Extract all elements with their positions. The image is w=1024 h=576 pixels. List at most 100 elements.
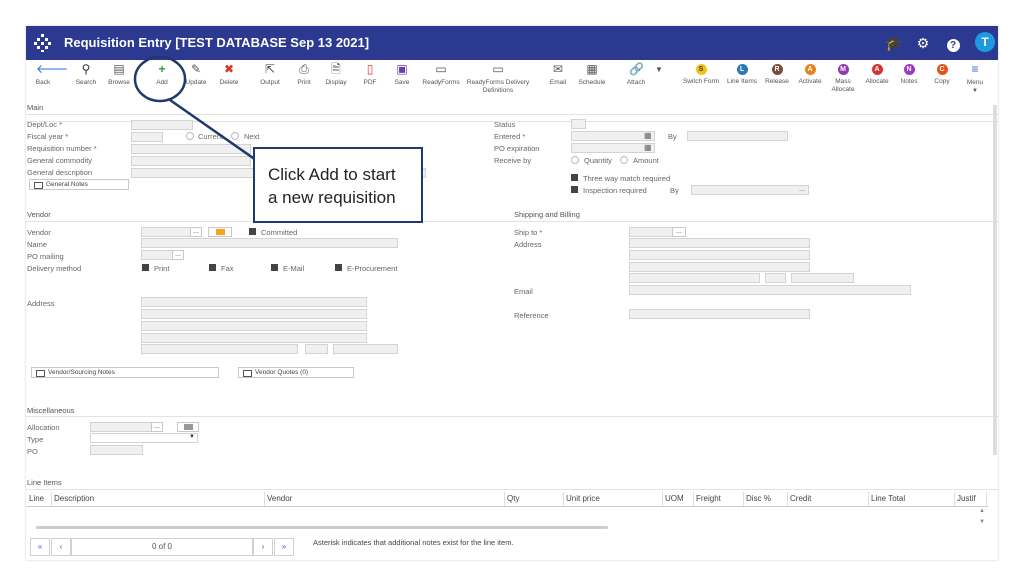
line-items-button[interactable]: L Line Items: [725, 63, 759, 86]
column-header[interactable]: Unit price: [564, 492, 663, 506]
amount-radio[interactable]: [620, 156, 628, 164]
schedule-button[interactable]: ▦ Schedule: [577, 63, 607, 87]
ship-to-input[interactable]: [629, 227, 673, 237]
readyforms-delivery-button[interactable]: ▭ ReadyForms Delivery Definitions: [466, 63, 530, 95]
column-header[interactable]: Line: [27, 492, 52, 506]
notes-button[interactable]: N Notes: [898, 63, 920, 86]
email-checkbox[interactable]: [271, 264, 278, 271]
allocation-lookup-button[interactable]: ...: [151, 422, 163, 432]
calendar-icon[interactable]: ▦: [644, 143, 652, 152]
entered-date-input[interactable]: [571, 131, 655, 141]
column-header[interactable]: UOM: [663, 492, 694, 506]
activate-button[interactable]: A Activate: [796, 63, 824, 86]
vendor-sourcing-notes-button[interactable]: Vendor/Sourcing Notes: [31, 367, 219, 378]
calendar-icon[interactable]: ▦: [644, 131, 652, 140]
ship-address-line1[interactable]: [629, 238, 810, 248]
mass-allocate-button[interactable]: M Mass Allocate: [830, 63, 856, 94]
gear-icon[interactable]: ⚙: [914, 34, 932, 52]
user-avatar[interactable]: T: [975, 32, 995, 52]
last-page-button[interactable]: »: [274, 538, 294, 556]
save-button[interactable]: ▣ Save: [392, 63, 412, 87]
update-button[interactable]: ✎ Update: [183, 63, 209, 87]
po-mailing-input[interactable]: [141, 250, 173, 260]
readyforms-button[interactable]: ▭ ReadyForms: [421, 63, 461, 87]
release-button[interactable]: R Release: [764, 63, 790, 86]
add-button[interactable]: + Add: [151, 63, 173, 87]
allocation-folder-button[interactable]: [177, 422, 199, 432]
vendor-zip-input[interactable]: [333, 344, 398, 354]
vertical-scrollbar[interactable]: ▲ ▼: [977, 506, 987, 528]
help-icon[interactable]: ?: [944, 34, 962, 52]
vendor-quotes-button[interactable]: Vendor Quotes (0): [238, 367, 354, 378]
delete-button[interactable]: ✖ Delete: [217, 63, 241, 87]
vendor-folder-button[interactable]: [208, 227, 232, 237]
ship-address-line3[interactable]: [629, 262, 810, 272]
search-button[interactable]: ⚲ Search: [74, 63, 98, 87]
display-button[interactable]: 🗎 Display: [323, 63, 349, 87]
first-page-button[interactable]: «: [30, 538, 50, 556]
general-notes-button[interactable]: General Notes: [29, 179, 129, 190]
column-header[interactable]: Vendor: [265, 492, 505, 506]
lookup-button[interactable]: ...: [799, 184, 805, 193]
ship-state-input[interactable]: [765, 273, 786, 283]
column-header[interactable]: Credit: [788, 492, 869, 506]
column-header[interactable]: Qty: [505, 492, 564, 506]
allocate-button[interactable]: A Allocate: [863, 63, 891, 86]
column-header[interactable]: Description: [52, 492, 265, 506]
column-header[interactable]: Freight: [694, 492, 744, 506]
ship-zip-input[interactable]: [791, 273, 854, 283]
po-mailing-lookup-button[interactable]: ...: [172, 250, 184, 260]
vendor-name-input[interactable]: [141, 238, 398, 248]
email-button[interactable]: ✉ Email: [548, 63, 568, 87]
entered-by-input[interactable]: [687, 131, 788, 141]
next-page-button[interactable]: ›: [253, 538, 273, 556]
vendor-input[interactable]: [141, 227, 191, 237]
browse-button[interactable]: ▤ Browse: [107, 63, 131, 87]
page-scrollbar[interactable]: [993, 105, 997, 455]
quantity-radio[interactable]: [571, 156, 579, 164]
column-header[interactable]: Justif: [955, 492, 987, 506]
ship-to-lookup-button[interactable]: ...: [672, 227, 686, 237]
general-commodity-input[interactable]: [131, 156, 251, 166]
po-expiration-input[interactable]: [571, 143, 655, 153]
copy-button[interactable]: C Copy: [931, 63, 953, 86]
fax-checkbox[interactable]: [209, 264, 216, 271]
vendor-address-line2[interactable]: [141, 309, 367, 319]
attach-button[interactable]: 🔗 Attach: [624, 63, 648, 87]
three-way-checkbox[interactable]: [571, 174, 578, 181]
output-button[interactable]: ⇱ Output: [258, 63, 282, 87]
next-radio[interactable]: [231, 132, 239, 140]
requisition-number-input[interactable]: [131, 144, 251, 154]
vendor-lookup-button[interactable]: ...: [190, 227, 202, 237]
dept-loc-input[interactable]: [131, 120, 193, 130]
vendor-address-line1[interactable]: [141, 297, 367, 307]
back-button[interactable]: 🡐 Back: [32, 63, 68, 87]
vendor-address-line3[interactable]: [141, 321, 367, 331]
reference-input[interactable]: [629, 309, 810, 319]
allocation-input[interactable]: [90, 422, 152, 432]
column-header[interactable]: Disc %: [744, 492, 788, 506]
vendor-city-input[interactable]: [141, 344, 298, 354]
type-select[interactable]: ▼: [90, 433, 198, 443]
vendor-state-input[interactable]: [305, 344, 328, 354]
current-radio[interactable]: [186, 132, 194, 140]
ship-address-line2[interactable]: [629, 250, 810, 260]
vendor-address-line4[interactable]: [141, 333, 367, 343]
print-checkbox[interactable]: [142, 264, 149, 271]
column-header[interactable]: Line Total: [869, 492, 955, 506]
print-button[interactable]: ⎙ Print: [293, 63, 315, 87]
horizontal-scrollbar[interactable]: [36, 526, 608, 529]
switch-form-button[interactable]: S Switch Form: [681, 63, 721, 86]
attach-dropdown[interactable]: ▼: [654, 66, 664, 75]
ship-email-input[interactable]: [629, 285, 911, 295]
committed-checkbox[interactable]: [249, 228, 256, 235]
inspection-checkbox[interactable]: [571, 186, 578, 193]
pdf-button[interactable]: ▯ PDF: [360, 63, 380, 87]
ship-city-input[interactable]: [629, 273, 760, 283]
learning-icon[interactable]: 🎓: [885, 34, 903, 52]
inspection-by-input[interactable]: [691, 185, 809, 195]
eprocurement-checkbox[interactable]: [335, 264, 342, 271]
fiscal-year-input[interactable]: [131, 132, 163, 142]
menu-button[interactable]: ≡ Menu ▼: [963, 63, 987, 95]
prev-page-button[interactable]: ‹: [51, 538, 71, 556]
